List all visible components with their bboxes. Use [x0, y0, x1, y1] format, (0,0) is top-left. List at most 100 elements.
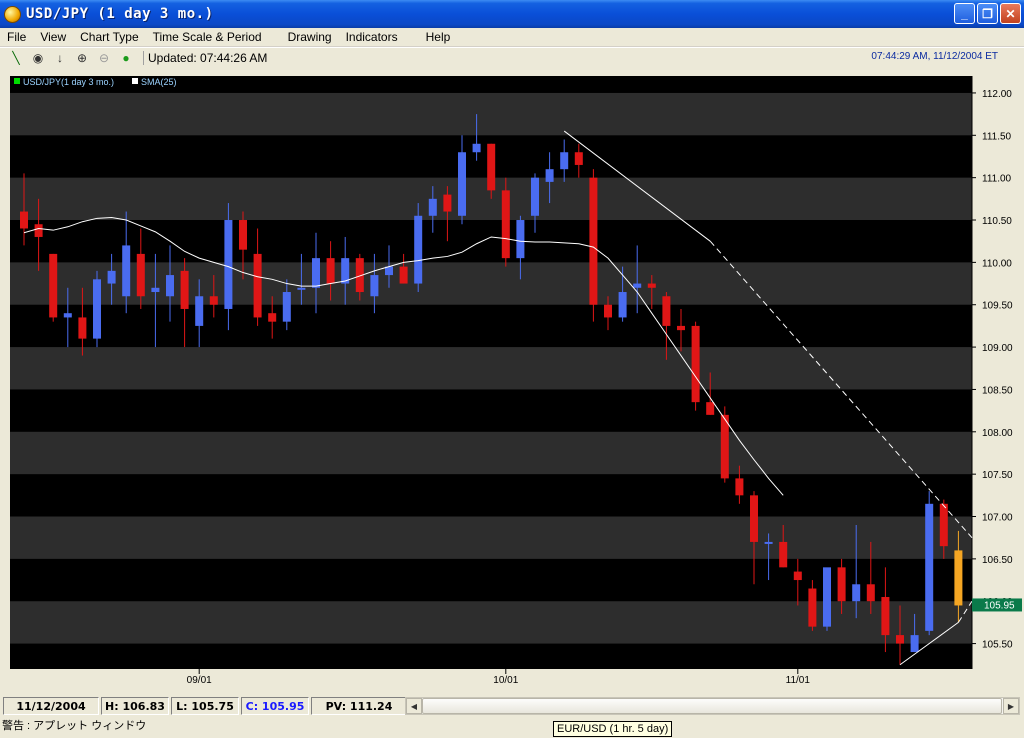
candle-body [954, 550, 963, 606]
candle-body [20, 211, 28, 229]
minimize-button[interactable]: _ [954, 3, 975, 24]
x-tick-label: 11/01 [786, 675, 811, 686]
x-tick-label: 09/01 [187, 675, 212, 686]
legend-label: USD/JPY(1 day 3 mo.) [23, 77, 114, 87]
candle-body [793, 571, 802, 581]
updated-time: Updated: 07:44:26 AM [143, 50, 267, 65]
candle [414, 203, 423, 293]
window-title: USD/JPY (1 day 3 mo.) [26, 6, 214, 22]
price-band [10, 516, 972, 559]
candle-body [866, 584, 875, 602]
candle-body [560, 152, 569, 170]
legend-swatch [132, 78, 138, 84]
candle-body [896, 635, 904, 644]
close-button[interactable]: ✕ [1000, 3, 1021, 24]
price-band [10, 347, 972, 390]
zoom-in-icon[interactable]: ⊕ [71, 49, 93, 67]
candle-body [282, 292, 291, 322]
trendline-tool-icon[interactable]: ╲ [5, 49, 27, 67]
candle-body [399, 266, 408, 284]
menu-indicators[interactable]: Indicators [339, 30, 405, 44]
crosshair-tool-icon[interactable]: ◉ [27, 49, 49, 67]
chart-frame: 112.00 111.50 111.00 110.50 110.00 109.50 109.… [0, 68, 1024, 695]
down-arrow-tool-icon[interactable]: ↓ [49, 49, 71, 67]
candle-body [545, 169, 554, 182]
restore-button[interactable]: ❐ [977, 3, 998, 24]
price-band [10, 92, 972, 136]
candle-body [881, 596, 890, 636]
candle-body [720, 414, 729, 479]
candle-body [735, 478, 744, 496]
clock-readout: 07:44:29 AM, 11/12/2004 ET [871, 51, 998, 62]
candle-body [180, 270, 189, 309]
candle [93, 270, 101, 348]
y-tick-label: 112.00 [982, 89, 1012, 100]
candle-body [239, 220, 247, 250]
y-tick-label: 109.00 [982, 343, 1013, 354]
scroll-thumb[interactable] [422, 698, 1002, 714]
candle-body [501, 190, 510, 259]
y-tick-label: 107.00 [982, 513, 1013, 524]
candle [49, 253, 58, 322]
candle-body [370, 275, 379, 297]
candle-body [750, 495, 758, 542]
candle-body [808, 588, 817, 627]
menu-drawing[interactable]: Drawing [281, 30, 339, 44]
candle-body [910, 635, 919, 653]
y-tick-label: 110.50 [982, 216, 1012, 227]
price-chart[interactable]: 112.00 111.50 111.00 110.50 110.00 109.50 109.… [0, 68, 1024, 695]
candle-body [531, 177, 539, 216]
candle [823, 567, 831, 631]
y-tick-label: 109.50 [982, 301, 1013, 312]
candle [501, 177, 510, 267]
candle-body [414, 215, 423, 284]
status-pv: PV: 111.24 [311, 697, 407, 715]
menu-chart-type[interactable]: Chart Type [73, 30, 145, 44]
candle-body [122, 245, 131, 297]
candle-body [691, 325, 700, 403]
candle-body [939, 503, 948, 547]
candle-body [34, 224, 43, 237]
applet-bar: 警告 : アプレット ウィンドウ [0, 716, 1024, 738]
last-price-label: 105.95 [984, 600, 1015, 611]
candle-body [209, 296, 218, 305]
candle-body [297, 287, 306, 290]
candle-body [253, 253, 262, 318]
zoom-out-icon[interactable]: ⊖ [93, 49, 115, 67]
menu-time-scale[interactable]: Time Scale & Period [146, 30, 269, 44]
candle-body [443, 194, 452, 212]
candle-body [516, 220, 525, 259]
candle-body [428, 198, 437, 216]
status-date: 11/12/2004 [3, 697, 99, 715]
candle-body [837, 567, 846, 602]
candle-body [78, 317, 87, 339]
candle-body [166, 275, 174, 297]
status-low: L: 105.75 [171, 697, 239, 715]
applet-warning: 警告 : アプレット ウィンドウ [2, 720, 147, 732]
status-high: H: 106.83 [101, 697, 169, 715]
candle-body [136, 253, 145, 297]
y-tick-label: 111.50 [982, 131, 1012, 142]
y-tick-label: 106.50 [982, 555, 1013, 566]
candle-body [49, 253, 58, 318]
status-light-icon: ● [122, 50, 130, 65]
candle-body [458, 152, 466, 216]
candle-body [93, 279, 101, 339]
candle-body [677, 325, 685, 331]
status-close: C: 105.95 [241, 697, 309, 715]
candle-body [151, 287, 160, 293]
tooltip: EUR/USD (1 hr. 5 day) [553, 721, 673, 737]
menu-view[interactable]: View [33, 30, 73, 44]
candle-body [647, 283, 656, 288]
candle-body [779, 541, 788, 568]
menu-file[interactable]: File [0, 30, 33, 44]
scroll-right-icon[interactable]: ▶ [1003, 698, 1019, 714]
candle-body [589, 177, 598, 305]
scroll-left-icon[interactable]: ◀ [406, 698, 422, 714]
menu-help[interactable]: Help [419, 30, 458, 44]
y-tick-label: 108.50 [982, 385, 1013, 396]
horizontal-scrollbar[interactable]: ◀ ▶ [405, 697, 1020, 715]
candle-body [107, 270, 116, 284]
candle-body [268, 313, 277, 322]
y-tick-label: 108.00 [982, 428, 1013, 439]
